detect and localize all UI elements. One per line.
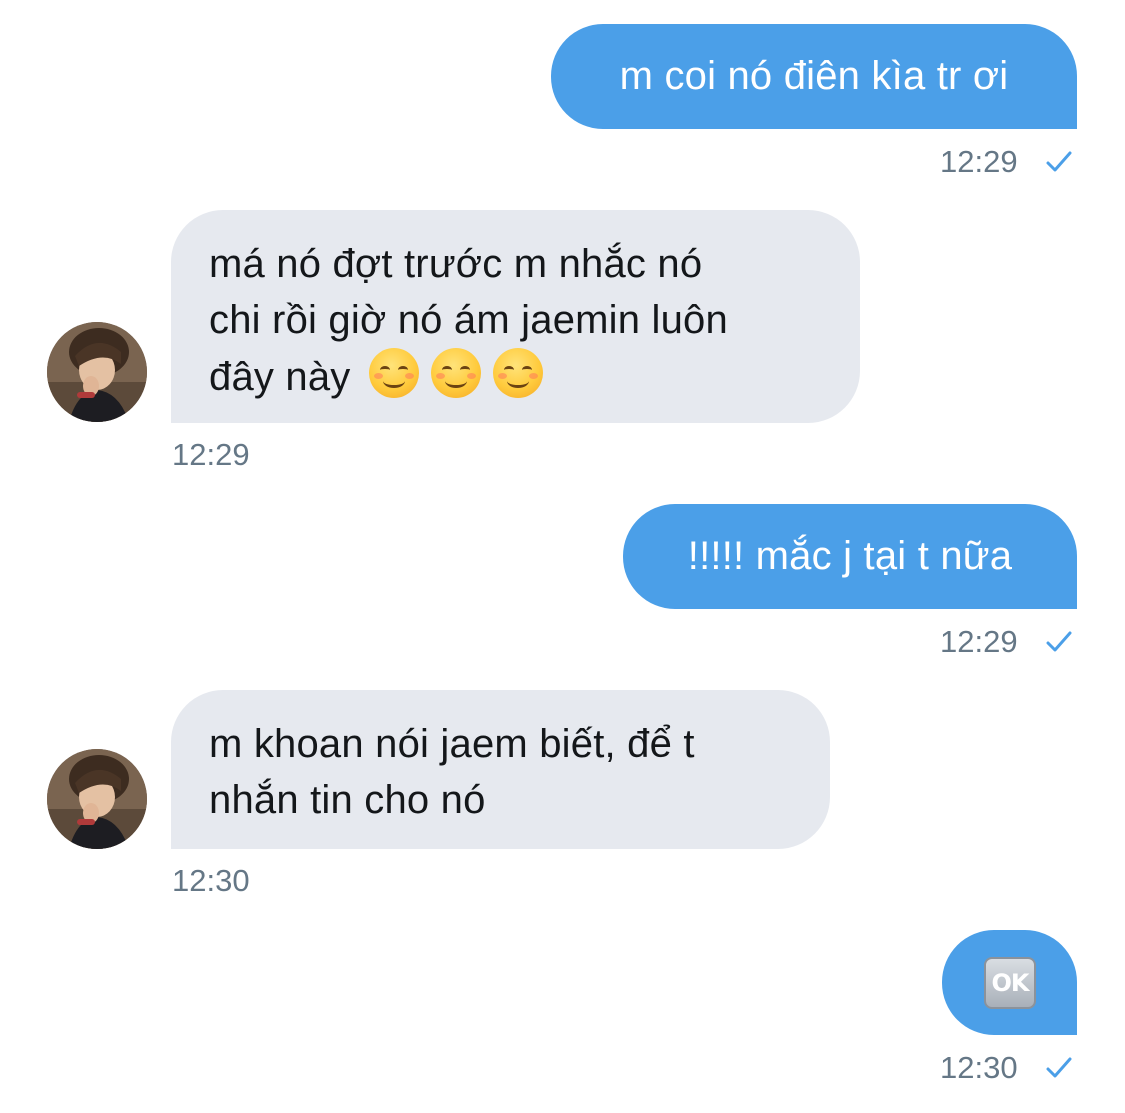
check-icon bbox=[1046, 151, 1072, 172]
message-text: !!!!! mắc j tại t nữa bbox=[687, 534, 1013, 578]
check-icon bbox=[1046, 1057, 1072, 1078]
message-text-line: đây này bbox=[209, 348, 824, 405]
avatar-photo bbox=[47, 322, 147, 422]
message-timestamp: 12:29 bbox=[940, 624, 1018, 659]
message-bubble-incoming[interactable]: m khoan nói jaem biết, để t nhắn tin cho… bbox=[171, 690, 830, 849]
message-bubble-incoming[interactable]: má nó đợt trước m nhắc nó chi rồi giờ nó… bbox=[171, 210, 860, 423]
message-bubble-outgoing[interactable]: m coi nó điên kìa tr ơi bbox=[551, 24, 1077, 129]
smiling-face-icon bbox=[492, 348, 543, 398]
message-text-line: chi rồi giờ nó ám jaemin luôn bbox=[209, 298, 728, 342]
smiling-face-icon bbox=[430, 348, 481, 398]
smiling-face-icon bbox=[368, 348, 419, 398]
message-timestamp: 12:30 bbox=[940, 1050, 1018, 1085]
check-icon bbox=[1046, 631, 1072, 652]
message-timestamp: 12:29 bbox=[172, 437, 250, 472]
message-text-line: m khoan nói jaem biết, để t bbox=[209, 722, 695, 766]
message-timestamp: 12:29 bbox=[940, 144, 1018, 179]
avatar[interactable] bbox=[47, 749, 147, 849]
message-timestamp: 12:30 bbox=[172, 863, 250, 898]
message-text: m coi nó điên kìa tr ơi bbox=[619, 54, 1009, 98]
ok-button-icon: OK bbox=[984, 957, 1036, 1009]
message-bubble-outgoing[interactable]: !!!!! mắc j tại t nữa bbox=[623, 504, 1077, 609]
avatar-photo bbox=[47, 749, 147, 849]
message-text-line-content: đây này bbox=[209, 355, 351, 399]
message-text-line: má nó đợt trước m nhắc nó bbox=[209, 242, 703, 286]
message-text-line: nhắn tin cho nó bbox=[209, 778, 486, 822]
avatar[interactable] bbox=[47, 322, 147, 422]
